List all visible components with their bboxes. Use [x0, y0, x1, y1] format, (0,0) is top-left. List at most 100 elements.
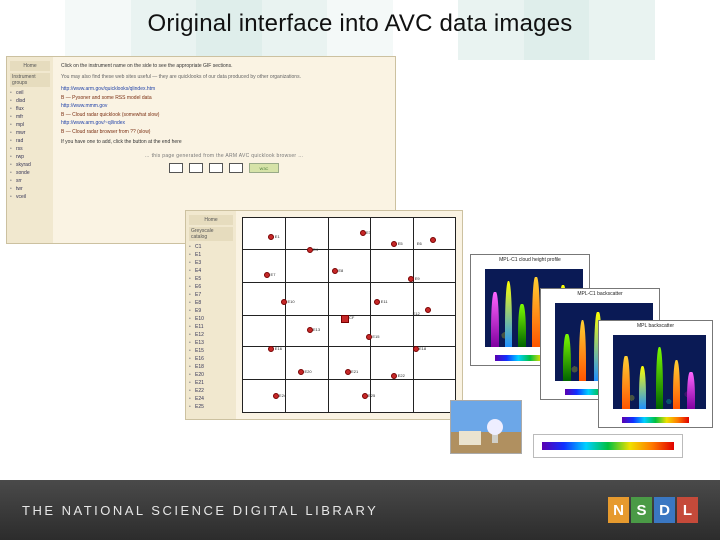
- sidebar-item[interactable]: ceil: [10, 89, 50, 97]
- sidebar-item[interactable]: C1: [189, 243, 233, 251]
- panel2-sidebar: Home Greyscale catalog C1 E1 E3 E4 E5 E6…: [186, 211, 236, 419]
- sidebar-item[interactable]: E16: [189, 355, 233, 363]
- sidebar-item[interactable]: E24: [189, 395, 233, 403]
- slide-title: Original interface into AVC data images: [0, 10, 720, 38]
- sidebar-item[interactable]: E5: [189, 275, 233, 283]
- map-site-label: E4: [313, 247, 318, 252]
- map-site-label: E3: [366, 230, 371, 235]
- map-site-label: E16: [275, 346, 282, 351]
- map-site-label: E9: [415, 276, 420, 281]
- map-site-icon[interactable]: [264, 272, 270, 278]
- panel1-note: If you have one to add, click the button…: [61, 139, 387, 145]
- sidebar-item[interactable]: mpl: [10, 121, 50, 129]
- sidebar-item[interactable]: E6: [189, 283, 233, 291]
- panel1-link-label: B — Cloud radar quicklook (somewhat slow…: [61, 112, 387, 118]
- standalone-colorbar: [533, 434, 683, 458]
- sidebar-item[interactable]: disd: [10, 97, 50, 105]
- map-site-label: E25: [368, 393, 375, 398]
- sidebar-item[interactable]: E13: [189, 339, 233, 347]
- sidebar-item[interactable]: E15: [189, 347, 233, 355]
- sidebar-item[interactable]: E10: [189, 315, 233, 323]
- sidebar-item[interactable]: E7: [189, 291, 233, 299]
- map-site-icon[interactable]: [425, 307, 431, 313]
- sidebar-item[interactable]: E3: [189, 259, 233, 267]
- sidebar-item[interactable]: E1: [189, 251, 233, 259]
- nsdl-logo-letter: S: [631, 497, 652, 523]
- map-site-label: E12: [413, 311, 420, 316]
- sidebar-item[interactable]: sonde: [10, 169, 50, 177]
- sidebar-item[interactable]: flux: [10, 105, 50, 113]
- map-site-label: E8: [338, 268, 343, 273]
- map-site-label: E15: [372, 334, 379, 339]
- plot-a-title: MPL-C1 cloud height profile: [471, 255, 589, 263]
- map-site-icon[interactable]: [413, 346, 419, 352]
- sidebar-item[interactable]: E9: [189, 307, 233, 315]
- sidebar-item[interactable]: skyrad: [10, 161, 50, 169]
- plot-b-title: MPL-C1 backscatter: [541, 289, 659, 297]
- plot-c-title: MPL backscatter: [599, 321, 712, 329]
- panel1-group-label: Instrument groups: [10, 73, 50, 87]
- sidebar-item[interactable]: twr: [10, 185, 50, 193]
- badge-icon: [209, 163, 223, 173]
- panel1-home[interactable]: Home: [10, 61, 50, 71]
- map-site-icon[interactable]: [268, 234, 274, 240]
- nsdl-logo: N S D L: [608, 497, 698, 523]
- nsdl-logo-letter: N: [608, 497, 629, 523]
- badge-icon: [169, 163, 183, 173]
- colorbar-icon: [622, 417, 690, 423]
- sidebar-item[interactable]: E21: [189, 379, 233, 387]
- map-site-label: E6: [417, 241, 422, 246]
- sidebar-item[interactable]: rwp: [10, 153, 50, 161]
- site-map[interactable]: CF E1 E3 E4 E5 E6 E7 E8 E9 E10 E11 E12 E…: [242, 217, 456, 413]
- map-cf-label: CF: [349, 315, 354, 320]
- panel1-footer-line: … this page generated from the ARM AVC q…: [61, 153, 387, 159]
- map-site-icon[interactable]: [307, 327, 313, 333]
- data-plot-c: MPL backscatter: [598, 320, 713, 428]
- map-site-icon[interactable]: [273, 393, 279, 399]
- panel2-group-label: Greyscale catalog: [189, 227, 233, 241]
- panel1-subtext: You may also find these web sites useful…: [61, 74, 387, 81]
- map-site-icon[interactable]: [374, 299, 380, 305]
- map-site-label: E5: [398, 241, 403, 246]
- map-site-icon[interactable]: [298, 369, 304, 375]
- panel2-home[interactable]: Home: [189, 215, 233, 225]
- map-site-label: E20: [304, 369, 311, 374]
- sidebar-item[interactable]: srr: [10, 177, 50, 185]
- map-site-icon[interactable]: [430, 237, 436, 243]
- panel1-link[interactable]: http://www.arm.gov/quicklooks/qlindex.ht…: [61, 86, 387, 92]
- map-site-icon[interactable]: [268, 346, 274, 352]
- map-site-label: E18: [419, 346, 426, 351]
- map-site-label: E21: [351, 369, 358, 374]
- sidebar-item[interactable]: E22: [189, 387, 233, 395]
- sidebar-item[interactable]: E18: [189, 363, 233, 371]
- panel1-badges: W3C: [61, 163, 387, 173]
- sidebar-item[interactable]: mfr: [10, 113, 50, 121]
- map-site-icon[interactable]: [362, 393, 368, 399]
- sidebar-item[interactable]: E20: [189, 371, 233, 379]
- sidebar-item[interactable]: E11: [189, 323, 233, 331]
- sidebar-item[interactable]: vceil: [10, 193, 50, 201]
- sidebar-item[interactable]: E12: [189, 331, 233, 339]
- panel1-link[interactable]: http://www.arm.gov/~ql/index: [61, 120, 387, 126]
- map-site-label: E10: [288, 299, 295, 304]
- map-site-icon[interactable]: [391, 241, 397, 247]
- map-site-icon[interactable]: [345, 369, 351, 375]
- panel1-link-label: B — Pysoner and some RSS model data: [61, 95, 387, 101]
- sidebar-item[interactable]: E8: [189, 299, 233, 307]
- map-site-icon[interactable]: [360, 230, 366, 236]
- sidebar-item[interactable]: E4: [189, 267, 233, 275]
- map-site-icon[interactable]: [307, 247, 313, 253]
- map-site-icon[interactable]: [332, 268, 338, 274]
- sidebar-item[interactable]: rss: [10, 145, 50, 153]
- sidebar-item[interactable]: mwr: [10, 129, 50, 137]
- badge-icon: [229, 163, 243, 173]
- panel1-link-label: B — Cloud radar browser from ?? (slow): [61, 129, 387, 135]
- sidebar-item[interactable]: rad: [10, 137, 50, 145]
- map-site-label: E7: [271, 272, 276, 277]
- map-central-facility-icon[interactable]: [341, 315, 349, 323]
- map-site-label: E11: [381, 299, 388, 304]
- panel2-site-list: C1 E1 E3 E4 E5 E6 E7 E8 E9 E10 E11 E12 E…: [189, 243, 233, 411]
- screenshot-site-map: Home Greyscale catalog C1 E1 E3 E4 E5 E6…: [185, 210, 463, 420]
- sidebar-item[interactable]: E25: [189, 403, 233, 411]
- panel1-link[interactable]: http://www.mmm.gov: [61, 103, 387, 109]
